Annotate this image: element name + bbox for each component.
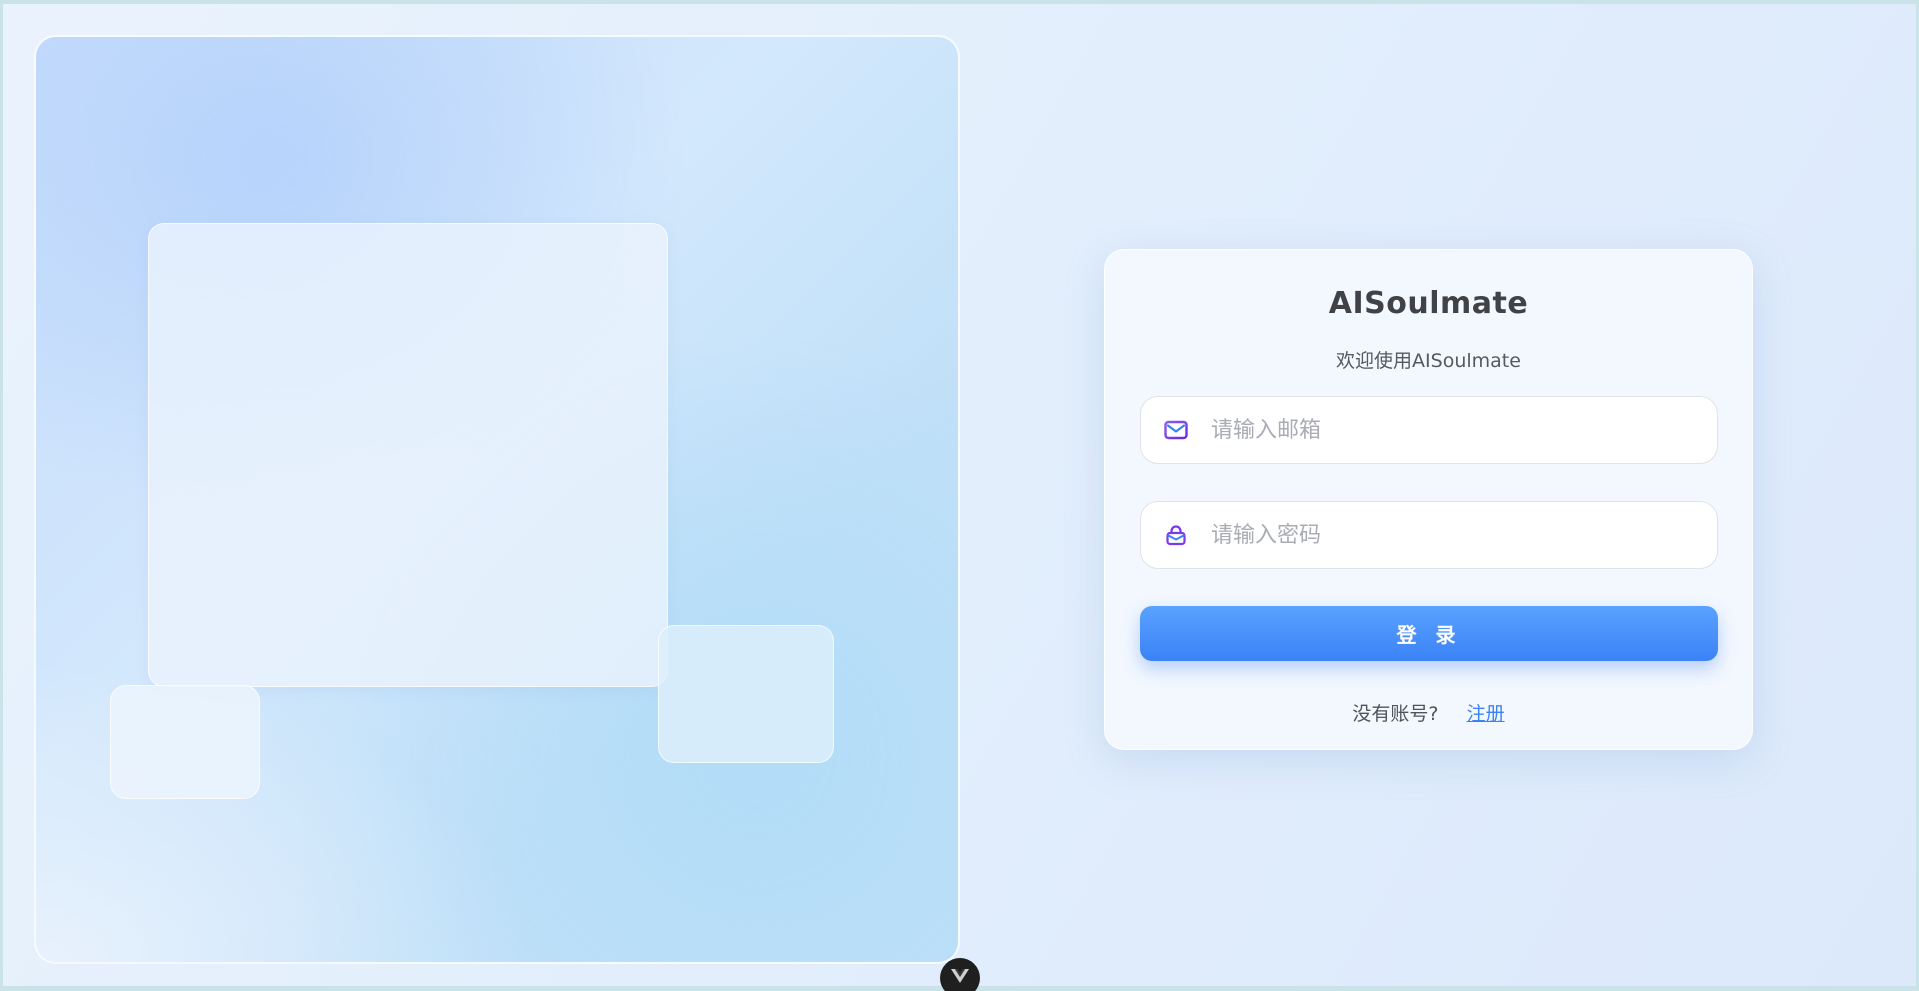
illustration-panel — [34, 35, 960, 964]
register-row: 没有账号? 注册 — [1105, 699, 1752, 726]
vue-devtools-icon[interactable] — [940, 958, 980, 991]
email-input[interactable] — [1209, 416, 1693, 444]
email-field[interactable] — [1140, 396, 1718, 464]
no-account-text: 没有账号? — [1352, 703, 1439, 725]
password-input[interactable] — [1209, 521, 1693, 549]
glass-card-small-left — [110, 685, 260, 799]
lock-icon — [1163, 522, 1189, 548]
login-card: AISoulmate 欢迎使用AISoulmate 请输入邮箱 登 录 没有账号… — [1104, 249, 1753, 750]
register-link[interactable]: 注册 — [1467, 703, 1505, 725]
page-background: AISoulmate 欢迎使用AISoulmate 请输入邮箱 登 录 没有账号… — [3, 4, 1916, 986]
brand-title: AISoulmate — [1328, 286, 1529, 321]
welcome-text: 欢迎使用AISoulmate — [1336, 350, 1521, 372]
mail-icon — [1163, 417, 1189, 443]
glass-card-small-right — [658, 625, 834, 763]
login-button[interactable]: 登 录 — [1140, 606, 1718, 661]
password-field[interactable] — [1140, 501, 1718, 569]
glass-card-large — [148, 223, 668, 687]
